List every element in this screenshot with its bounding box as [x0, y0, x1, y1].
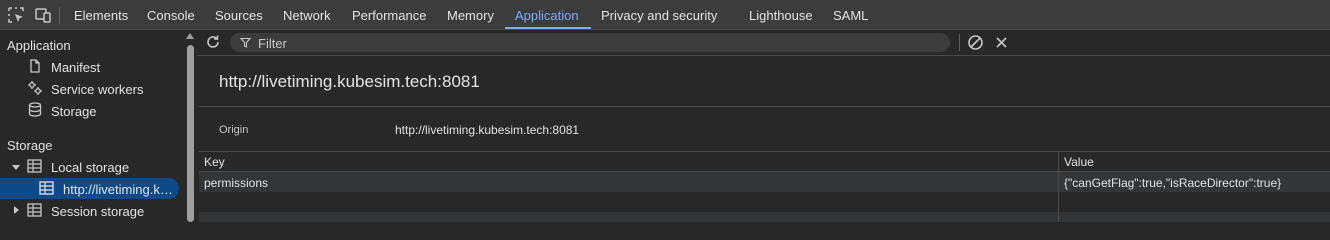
inspect-element-icon[interactable] [8, 7, 24, 23]
filter-placeholder: Filter [258, 36, 287, 51]
tab-application[interactable]: Application [515, 0, 579, 30]
scroll-up-arrow-icon[interactable] [186, 33, 194, 39]
table-cell-value[interactable]: {"canGetFlag":true,"isRaceDirector":true… [1064, 176, 1281, 190]
origin-label: Origin [219, 124, 249, 136]
service-workers-gear-icon [28, 81, 42, 95]
sidebar-heading-application: Application [7, 38, 71, 53]
column-divider[interactable] [1058, 151, 1059, 222]
table-cell-key[interactable]: permissions [204, 176, 268, 190]
sidebar-item-manifest[interactable]: Manifest [51, 60, 100, 75]
table-row-empty [199, 192, 1330, 212]
storage-database-icon [28, 102, 42, 117]
tab-lighthouse[interactable]: Lighthouse [749, 0, 813, 30]
toolbar-separator [959, 34, 960, 51]
tab-network[interactable]: Network [283, 0, 331, 30]
tab-privacy-and-security[interactable]: Privacy and security [601, 0, 717, 30]
tab-performance[interactable]: Performance [352, 0, 426, 30]
column-header-value[interactable]: Value [1064, 155, 1094, 169]
sidebar-item-storage[interactable]: Storage [51, 104, 97, 119]
column-header-key[interactable]: Key [204, 155, 225, 169]
tab-separator [59, 7, 60, 24]
tab-console[interactable]: Console [147, 0, 195, 30]
sidebar-item-session-storage[interactable]: Session storage [51, 204, 144, 219]
expand-triangle-down-icon[interactable] [11, 162, 21, 172]
table-row-empty [199, 212, 1330, 222]
origin-value: http://livetiming.kubesim.tech:8081 [395, 123, 580, 137]
expand-triangle-right-icon[interactable] [11, 205, 21, 215]
sidebar-item-service-workers[interactable]: Service workers [51, 82, 143, 97]
tab-sources[interactable]: Sources [215, 0, 263, 30]
tab-saml[interactable]: SAML [833, 0, 868, 30]
clear-all-icon[interactable] [967, 34, 984, 51]
sidebar-item-local-storage-origin[interactable]: http://livetiming.k… [63, 182, 173, 197]
manifest-icon [30, 59, 40, 73]
origin-table-icon [39, 181, 54, 195]
session-storage-table-icon [27, 203, 42, 217]
refresh-icon[interactable] [205, 34, 221, 50]
sidebar-heading-storage: Storage [7, 138, 53, 153]
filter-input[interactable] [230, 33, 950, 52]
sidebar-scroll-thumb[interactable] [187, 45, 194, 222]
storage-table-header [199, 151, 1330, 172]
origin-title: http://livetiming.kubesim.tech:8081 [219, 72, 480, 91]
tab-elements[interactable]: Elements [74, 0, 128, 30]
delete-selected-close-icon[interactable] [995, 36, 1008, 49]
device-toolbar-icon[interactable] [35, 7, 51, 23]
local-storage-table-icon [27, 159, 42, 173]
section-divider [199, 106, 1330, 107]
sidebar-item-local-storage[interactable]: Local storage [51, 160, 129, 175]
active-tab-indicator [505, 27, 591, 29]
filter-funnel-icon [240, 37, 251, 48]
tab-memory[interactable]: Memory [447, 0, 494, 30]
